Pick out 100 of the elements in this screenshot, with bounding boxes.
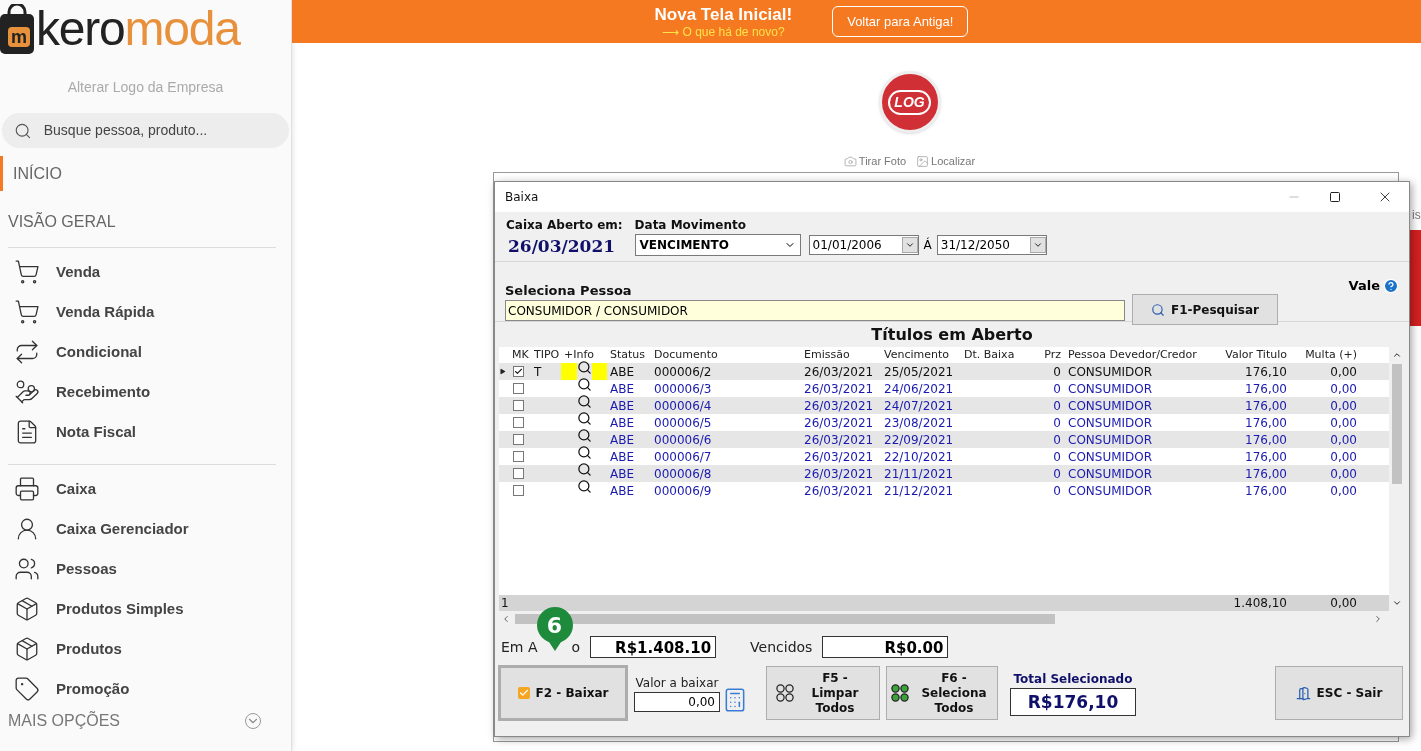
info-search-icon[interactable] xyxy=(576,428,592,443)
row-checkbox[interactable] xyxy=(513,383,524,394)
row-checkbox[interactable] xyxy=(513,451,524,462)
column-header[interactable]: Pessoa Devedor/Credor xyxy=(1065,346,1215,364)
write-off-button[interactable]: F2 - Baixar xyxy=(498,665,628,721)
table-cell: 23/08/2021 xyxy=(884,415,954,430)
info-search-icon[interactable] xyxy=(576,462,592,477)
help-icon[interactable] xyxy=(1383,277,1399,294)
photo-action[interactable]: Tirar Foto xyxy=(858,153,907,170)
caret-icon[interactable] xyxy=(901,237,918,253)
date-to-field[interactable]: 31/12/2050 xyxy=(936,235,1047,255)
table-cell: 24/06/2021 xyxy=(884,381,954,396)
row-checkbox[interactable] xyxy=(513,366,524,377)
column-header[interactable]: +Info xyxy=(561,346,607,364)
column-header[interactable]: Documento xyxy=(651,346,801,364)
table-cell: 26/03/2021 xyxy=(804,466,874,481)
cart-icon xyxy=(14,299,40,325)
nav-section[interactable]: INÍCIO xyxy=(0,156,291,191)
nav-item[interactable]: Caixa Gerenciador xyxy=(56,517,189,541)
nav-item[interactable]: Recebimento xyxy=(56,380,151,404)
amount-field[interactable]: 0,00 xyxy=(634,692,720,712)
row-checkbox[interactable] xyxy=(513,417,524,428)
scroll-up-icon[interactable] xyxy=(1392,350,1402,360)
info-search-icon[interactable] xyxy=(576,394,592,409)
table-cell: 21/11/2021 xyxy=(884,466,954,481)
circles-icon xyxy=(776,684,794,702)
nav-section[interactable]: VISÃO GERAL xyxy=(0,204,291,239)
column-header[interactable]: Vencimento xyxy=(881,346,961,364)
table-cell: ABE xyxy=(610,432,635,447)
circles-icon xyxy=(891,684,909,702)
clear-all-button[interactable]: F5 -Limpar Todos xyxy=(766,666,880,720)
table-cell: 0 xyxy=(1053,432,1061,447)
table-cell: 25/05/2021 xyxy=(884,364,954,379)
table-cell: 21/12/2021 xyxy=(884,483,954,498)
column-header[interactable]: Status xyxy=(607,346,651,364)
caret-icon[interactable] xyxy=(1029,237,1046,253)
total-cell-text: 0,00 xyxy=(1329,595,1358,612)
field-label: Caixa Aberto em: xyxy=(506,217,623,234)
row-checkbox[interactable] xyxy=(513,400,524,411)
table-cell: 176,00 xyxy=(1245,398,1287,413)
scroll-right-icon[interactable] xyxy=(1373,614,1383,624)
table-cell: 0,00 xyxy=(1330,398,1357,413)
open-date: 26/03/2021 xyxy=(507,235,617,258)
scroll-left-icon[interactable] xyxy=(501,614,511,624)
column-header[interactable]: Emissão xyxy=(801,346,881,364)
nav-item[interactable]: Produtos Simples xyxy=(56,597,184,621)
select-all-button[interactable]: F6 - Seleciona Todos xyxy=(886,666,998,720)
open-amount: R$1.408.10 xyxy=(590,636,717,658)
column-header[interactable]: MK xyxy=(509,346,531,364)
maximize-icon[interactable] xyxy=(1329,191,1341,203)
search-bar[interactable]: Busque pessoa, produto... xyxy=(2,113,289,148)
info-search-icon[interactable] xyxy=(576,377,592,392)
table-row[interactable]: ABE 000006/8 26/03/2021 21/11/2021 0 CONSUMIDOR 176,00 0,00 xyxy=(499,465,1389,482)
table-row[interactable]: ABE 000006/4 26/03/2021 24/07/2021 0 CONSUMIDOR 176,00 0,00 xyxy=(499,397,1389,414)
column-header[interactable]: Multa (+) xyxy=(1291,346,1361,364)
column-header[interactable]: TIPO xyxy=(531,346,561,364)
more-options[interactable]: MAIS OPÇÕES xyxy=(8,709,121,733)
table-cell: 0,00 xyxy=(1330,466,1357,481)
table-cell: 22/10/2021 xyxy=(884,449,954,464)
row-checkbox[interactable] xyxy=(513,434,524,445)
checkbox-icon xyxy=(517,687,530,699)
row-checkbox[interactable] xyxy=(513,485,524,496)
column-header[interactable]: Valor Titulo xyxy=(1215,346,1291,364)
table-cell: 176,10 xyxy=(1245,364,1287,379)
photo-action[interactable]: Localizar xyxy=(931,153,976,170)
table-cell: 000006/5 xyxy=(654,415,712,430)
info-search-icon[interactable] xyxy=(576,479,592,494)
field-label: Data Movimento xyxy=(634,217,747,234)
search-button[interactable]: F1-Pesquisar xyxy=(1132,294,1278,325)
nav-item[interactable]: Pessoas xyxy=(56,557,117,581)
nav-item[interactable]: Caixa xyxy=(56,477,97,501)
table-cell: 0,00 xyxy=(1330,381,1357,396)
scroll-down-icon[interactable] xyxy=(1392,598,1402,608)
column-header[interactable]: Dt. Baixa xyxy=(961,346,1021,364)
nav-item[interactable]: Venda Rápida xyxy=(56,300,155,324)
nav-item[interactable]: Nota Fiscal xyxy=(56,420,137,444)
date-from-field[interactable]: 01/01/2006 xyxy=(808,235,919,255)
table-cell: CONSUMIDOR xyxy=(1068,381,1153,396)
info-search-icon[interactable] xyxy=(576,360,592,375)
company-logo[interactable]: LOG xyxy=(878,71,941,133)
table-cell: 176,00 xyxy=(1245,483,1287,498)
nav-item[interactable]: Condicional xyxy=(56,340,142,364)
search-field[interactable]: Busque pessoa, produto... xyxy=(43,120,277,141)
people-icon xyxy=(14,556,40,582)
exit-button[interactable]: ESC - Sair xyxy=(1275,666,1403,720)
column-header[interactable]: Prz xyxy=(1021,346,1065,364)
table-cell: 176,00 xyxy=(1245,381,1287,396)
info-search-icon[interactable] xyxy=(576,411,592,426)
nav-item[interactable]: Venda xyxy=(56,260,101,284)
nav-item[interactable]: Promoção xyxy=(56,677,130,701)
info-search-icon[interactable] xyxy=(576,445,592,460)
table-row[interactable]: ABE 000006/6 26/03/2021 22/09/2021 0 CONSUMIDOR 176,00 0,00 xyxy=(499,431,1389,448)
table-cell: 0,00 xyxy=(1330,415,1357,430)
movement-dropdown[interactable]: VENCIMENTO xyxy=(634,234,801,256)
row-checkbox[interactable] xyxy=(513,468,524,479)
table-row[interactable]: T ABE 000006/2 26/03/2021 25/05/2021 0 CONSUMIDOR 176,10 0,00 xyxy=(499,363,1389,380)
table-cell: 176,00 xyxy=(1245,449,1287,464)
nav-item[interactable]: Produtos xyxy=(56,637,122,661)
person-field[interactable]: CONSUMIDOR / CONSUMIDOR xyxy=(505,300,1125,321)
banner-title: Nova Tela Inicial! xyxy=(654,4,793,25)
